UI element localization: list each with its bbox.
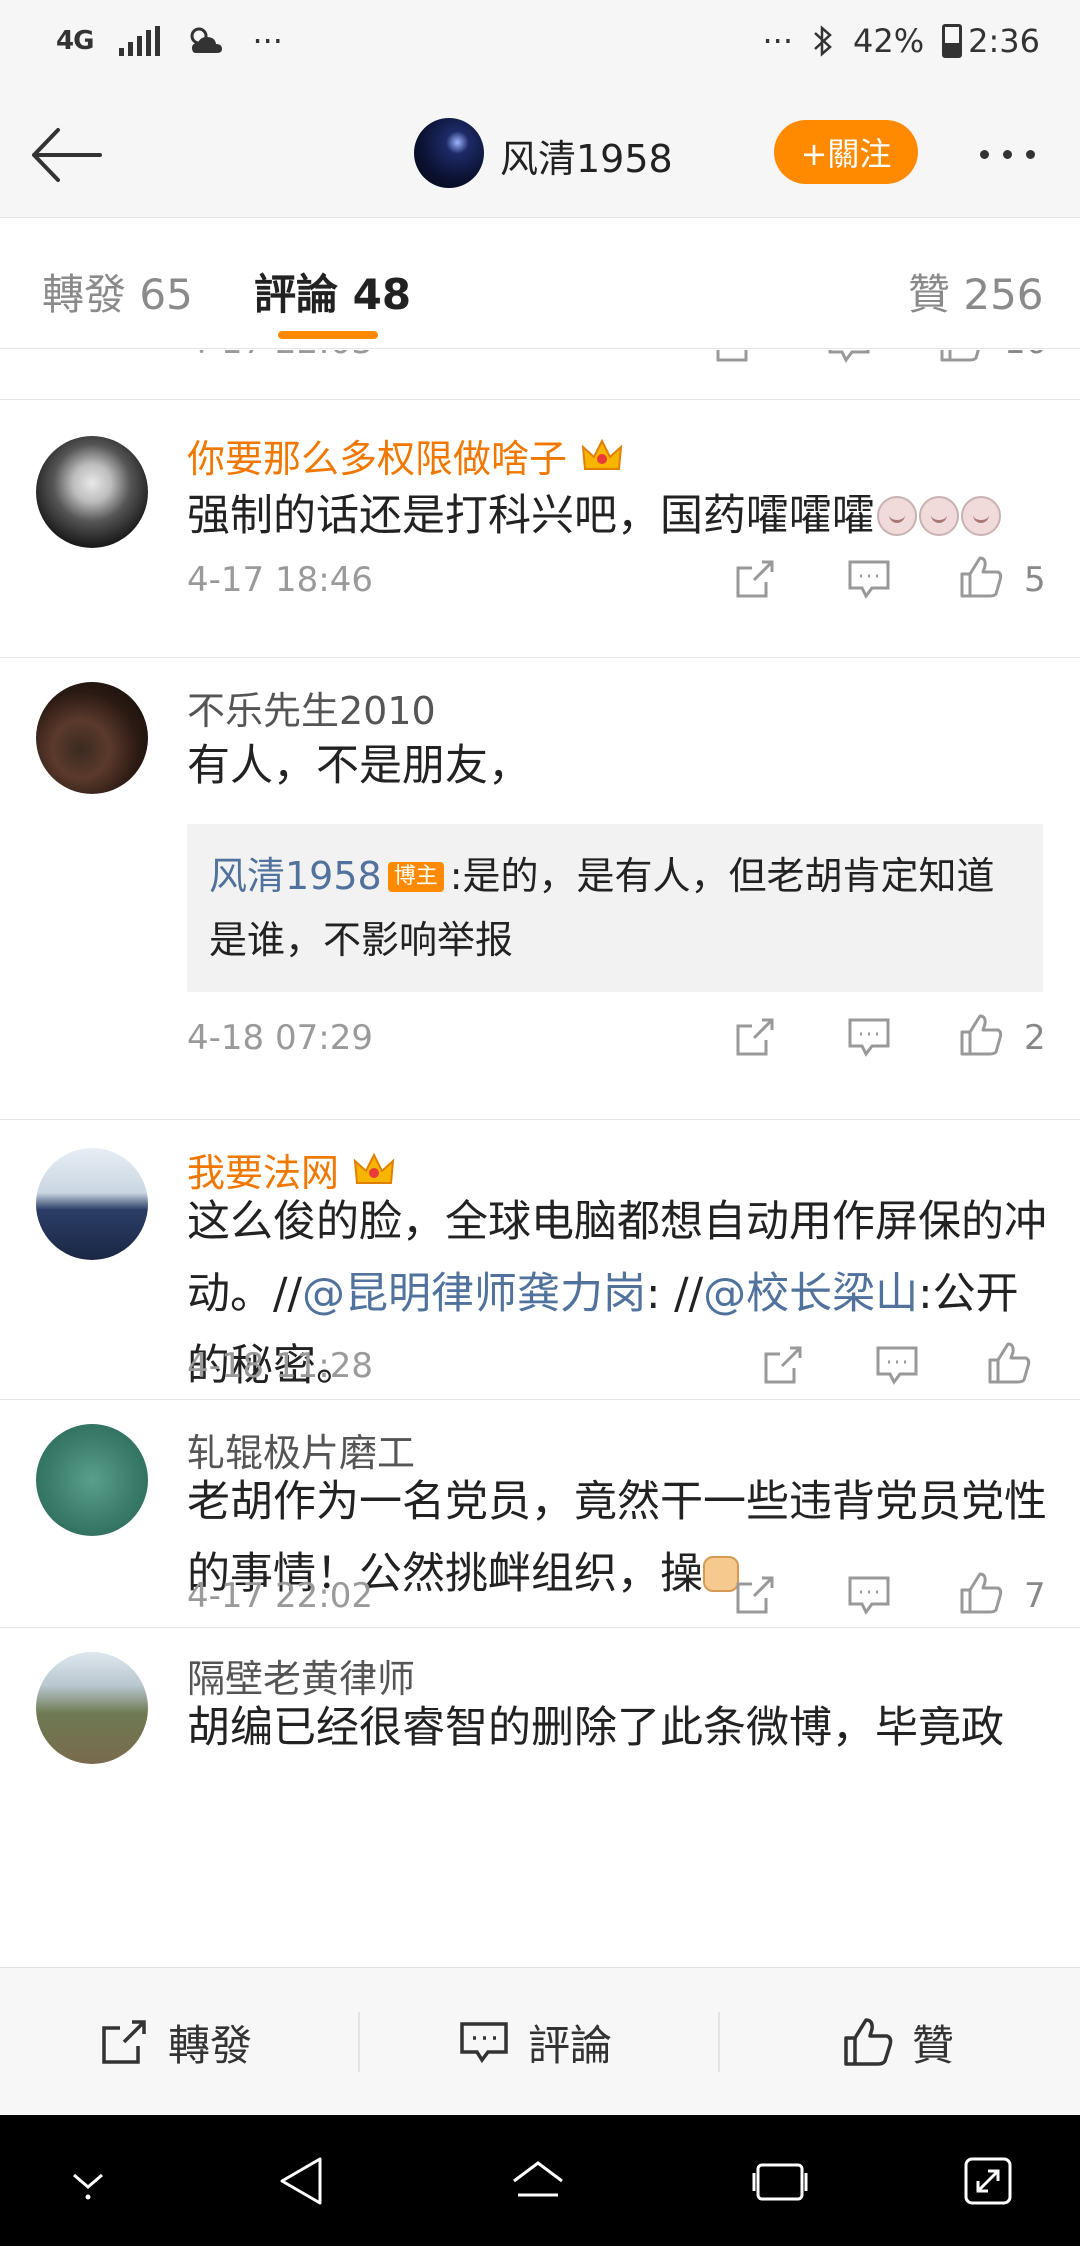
comment-icon[interactable] [846,1014,892,1060]
tab-bar: 轉發 65 評論 48 贊 256 [0,219,1080,349]
mention-link[interactable]: @校长梁山 [703,1269,918,1319]
like-count: 7 [1024,1576,1046,1616]
more-status-icon: ··· [762,22,794,60]
comment-icon[interactable] [826,350,872,366]
comment-text: 胡编已经很睿智的删除了此条微博，毕竟政 [187,1703,1004,1753]
system-navigation-bar [0,2115,1080,2246]
comment-item-partial: 4-17 22:03 10 [0,350,1080,400]
comment-icon [460,2022,508,2064]
user-avatar[interactable] [36,1424,148,1536]
bluetooth-icon [814,25,832,57]
repost-icon[interactable] [732,1014,778,1060]
status-bar: 4G ··· ··· 42% 2:36 [0,0,1080,92]
username-text[interactable]: 你要那么多权限做啥子 [187,428,567,483]
user-avatar[interactable] [36,1652,148,1764]
bottom-action-bar: 轉發 評論 贊 [0,1967,1080,2115]
comment-icon[interactable] [846,556,892,602]
back-nav-icon[interactable] [272,2151,332,2211]
user-avatar[interactable] [36,682,148,794]
back-arrow-icon[interactable] [28,120,104,190]
tab-likes[interactable]: 贊 256 [908,261,1044,322]
like-icon[interactable] [986,1340,1032,1386]
comment-list[interactable]: 4-17 22:03 10 你要那么多权限做啥子 强制的话还是打科兴吧，国药嚯嚯… [0,350,1080,1967]
comment-item: 不乐先生2010 有人，不是朋友， 风清1958 博主:是的，是有人，但老胡肯定知… [0,658,1080,1120]
divider [358,2012,360,2072]
mention-link[interactable]: @昆明律师龚力岗 [302,1269,646,1319]
comment-text-content: 强制的话还是打科兴吧，国药嚯嚯嚯 [187,491,875,541]
home-nav-icon[interactable] [508,2151,568,2211]
vip-crown-icon [353,1152,395,1184]
comment-item: 隔壁老黄律师 胡编已经很睿智的删除了此条微博，毕竟政 [0,1628,1080,1967]
like-button[interactable]: 贊 [842,1968,954,2116]
comment-time: 4-18 07:29 [187,1018,373,1058]
laughing-emoji-icon [961,496,1001,536]
repost-icon[interactable] [760,1342,806,1388]
laughing-emoji-icon [877,496,917,536]
clock: 2:36 [968,22,1040,60]
weather-icon [190,27,223,53]
more-notifications-icon: ··· [252,22,283,60]
author-avatar[interactable] [414,118,484,188]
comment-item: 你要那么多权限做啥子 强制的话还是打科兴吧，国药嚯嚯嚯 4-17 18:46 5 [0,400,1080,658]
like-icon[interactable] [958,554,1004,600]
comment-text: 有人，不是朋友， [187,741,531,791]
comment-time: 4-18 11:28 [187,1346,373,1386]
signal-icon [119,26,161,56]
like-icon[interactable] [938,350,984,364]
like-count: 2 [1024,1018,1046,1058]
comment-time: 4-17 18:46 [187,560,373,600]
username[interactable]: 不乐先生2010 [187,680,436,735]
repost-icon[interactable] [732,1572,778,1618]
comment-time: 4-17 22:02 [187,1576,373,1616]
author-name[interactable]: 风清1958 [500,128,673,183]
rotate-screen-icon[interactable] [958,2151,1018,2211]
comment-time: 4-17 22:03 [187,350,373,362]
comment-item: 轧辊极片磨工 老胡作为一名党员，竟然干一些违背党员党性的事情！公然挑衅组织，操 … [0,1400,1080,1628]
battery-percent: 42% [853,22,925,60]
comment-icon[interactable] [846,1572,892,1618]
like-icon[interactable] [958,1012,1004,1058]
comment-text: 强制的话还是打科兴吧，国药嚯嚯嚯 [187,480,1047,552]
laughing-emoji-icon [919,496,959,536]
user-avatar[interactable] [36,436,148,548]
vip-crown-icon [581,438,623,470]
more-options-icon[interactable] [980,150,1035,159]
reply-author[interactable]: 风清1958 [209,854,382,898]
comment-icon[interactable] [874,1342,920,1388]
tab-reposts[interactable]: 轉發 65 [42,261,193,322]
like-count: 10 [1004,350,1047,362]
active-tab-indicator [278,331,378,339]
like-label: 贊 [912,2020,955,2070]
app-header: 风清1958 +關注 [0,92,1080,218]
repost-icon[interactable] [712,350,758,366]
like-icon [844,2018,893,2066]
like-count: 5 [1024,560,1046,600]
divider [718,2012,720,2072]
comment-label: 評論 [528,2020,613,2070]
repost-icon[interactable] [732,556,778,602]
comment-button[interactable]: 評論 [458,1968,612,2116]
repost-label: 轉發 [168,2020,253,2070]
repost-button[interactable]: 轉發 [98,1968,252,2116]
hide-keyboard-icon[interactable] [58,2151,118,2211]
battery-icon [942,24,963,58]
like-icon[interactable] [958,1570,1004,1616]
tab-comments[interactable]: 評論 48 [254,261,411,322]
author-reply[interactable]: 风清1958 博主:是的，是有人，但老胡肯定知道是谁，不影响举报 [187,824,1043,992]
user-avatar[interactable] [36,1148,148,1260]
author-badge: 博主 [387,862,444,892]
comment-item: 我要法网 这么俊的脸，全球电脑都想自动用作屏保的冲动。//@昆明律师龚力岗: /… [0,1120,1080,1400]
repost-icon [102,2020,146,2064]
username[interactable]: 你要那么多权限做啥子 [187,428,623,483]
recents-nav-icon[interactable] [750,2151,810,2211]
follow-button[interactable]: +關注 [774,120,918,184]
network-indicator: 4G [56,26,94,56]
comment-text-segment: : // [645,1269,704,1319]
